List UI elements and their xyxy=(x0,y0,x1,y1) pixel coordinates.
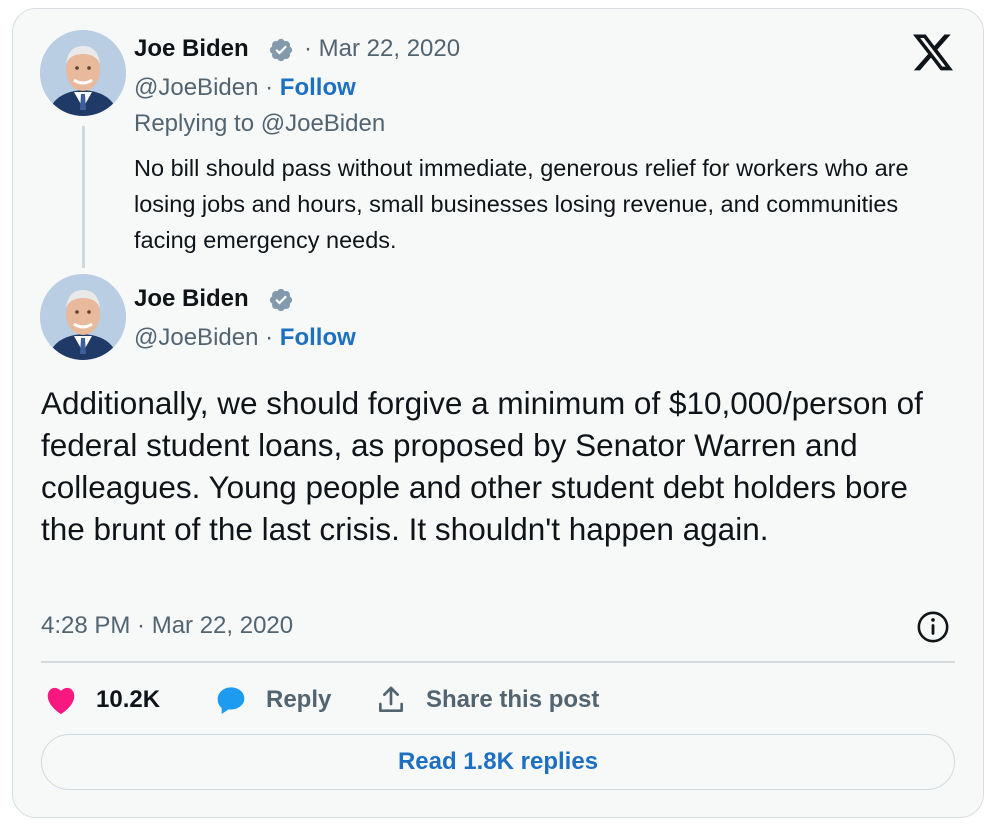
main-post-text: Additionally, we should forgive a minimu… xyxy=(41,385,923,547)
verified-badge-icon xyxy=(269,288,293,312)
reply-post-text: No bill should pass without immediate, g… xyxy=(134,155,909,253)
x-logo-icon[interactable] xyxy=(912,32,954,72)
post-date[interactable]: · Mar 22, 2020 xyxy=(304,35,460,63)
author-handle[interactable]: @JoeBiden xyxy=(134,74,258,101)
reply-button[interactable]: Reply xyxy=(214,680,331,720)
author-handle-row: @JoeBiden · Follow xyxy=(134,74,356,102)
heart-icon xyxy=(44,683,78,717)
separator-dot: · xyxy=(258,324,280,351)
share-label: Share this post xyxy=(426,686,600,713)
separator-dot: · xyxy=(258,74,280,101)
author-handle-row: @JoeBiden · Follow xyxy=(134,324,356,352)
like-button[interactable]: 10.2K xyxy=(44,680,160,720)
info-icon[interactable] xyxy=(916,610,950,644)
verified-badge-icon xyxy=(269,38,293,62)
share-upload-icon xyxy=(374,683,408,717)
reply-label: Reply xyxy=(266,686,332,713)
read-replies-button[interactable]: Read 1.8K replies xyxy=(41,734,955,790)
author-name[interactable]: Joe Biden xyxy=(134,35,249,63)
replying-to-label[interactable]: Replying to @JoeBiden xyxy=(134,110,385,138)
divider xyxy=(41,661,955,663)
like-count: 10.2K xyxy=(96,686,161,713)
post-timestamp[interactable]: 4:28 PM · Mar 22, 2020 xyxy=(41,612,293,640)
share-button[interactable]: Share this post xyxy=(374,680,599,720)
avatar[interactable] xyxy=(40,30,126,116)
follow-link[interactable]: Follow xyxy=(280,324,356,351)
avatar[interactable] xyxy=(40,274,126,360)
thread-connector-line xyxy=(82,126,85,268)
follow-link[interactable]: Follow xyxy=(280,74,356,101)
author-name[interactable]: Joe Biden xyxy=(134,285,249,313)
speech-bubble-icon xyxy=(214,683,248,717)
author-handle[interactable]: @JoeBiden xyxy=(134,324,258,351)
